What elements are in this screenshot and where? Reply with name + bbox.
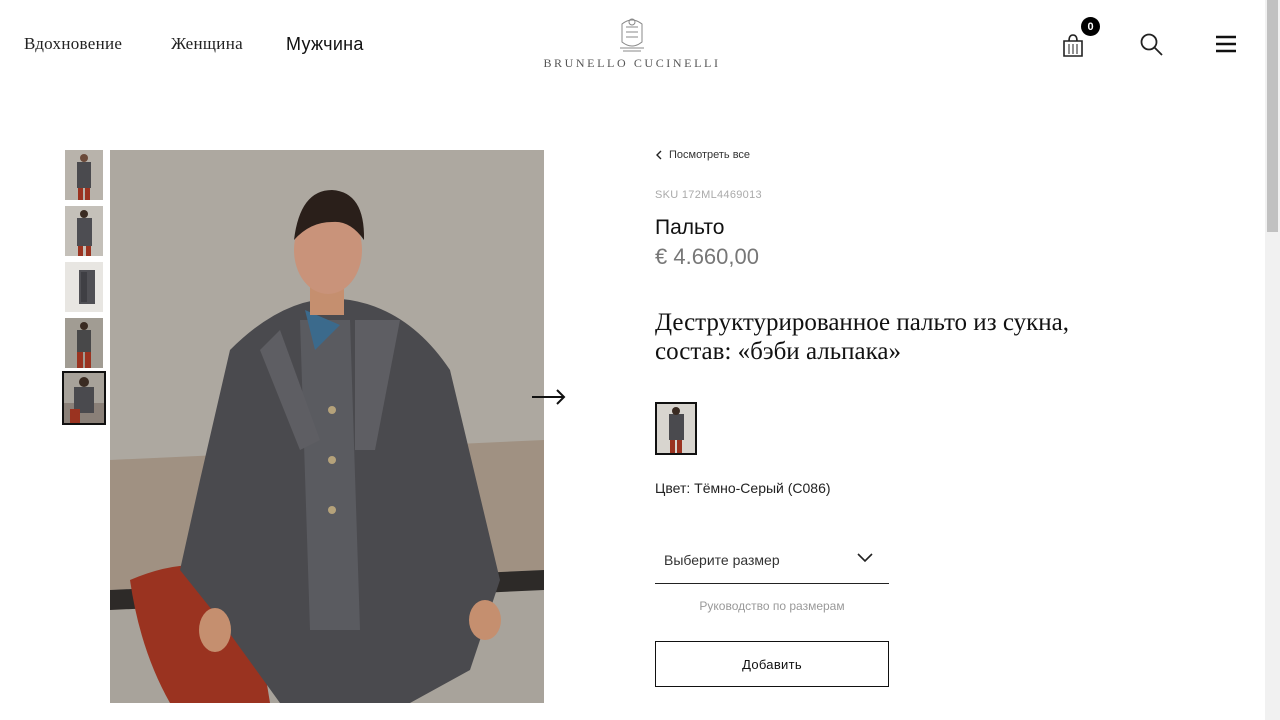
search-icon[interactable] [1138,32,1164,58]
chevron-left-icon [656,150,662,160]
nav-men[interactable]: Мужчина [286,34,364,55]
size-guide-link[interactable]: Руководство по размерам [655,599,889,613]
shopping-bag-icon[interactable] [1060,32,1086,58]
product-color: Цвет: Тёмно-Серый (C086) [655,480,831,496]
nav-inspiration[interactable]: Вдохновение [24,34,122,54]
hamburger-menu-icon[interactable] [1214,34,1238,54]
thumbnail-5[interactable] [62,371,106,425]
product-description: Деструктурированное пальто из сукна, сос… [655,308,1215,366]
product-sku: SKU 172ML4469013 [655,189,762,201]
view-all-link[interactable]: Посмотреть все [655,149,750,161]
logo-crest-icon [620,18,644,52]
logo-wordmark: BRUNELLO CUCINELLI [543,56,721,70]
thumbnail-4[interactable] [65,318,103,368]
scrollbar-thumb[interactable] [1267,0,1278,232]
thumbnail-1[interactable] [65,150,103,200]
size-select-placeholder: Выберите размер [664,552,780,568]
page-scrollbar[interactable] [1265,0,1280,720]
product-title: Пальто [655,216,725,239]
size-select[interactable]: Выберите размер [655,540,889,584]
brand-logo[interactable]: BRUNELLO CUCINELLI [536,14,728,71]
description-line-1: Деструктурированное пальто из сукна, [655,309,1069,336]
arrow-right-icon[interactable] [530,386,568,408]
description-line-2: состав: «бэби альпака» [655,338,901,365]
product-main-image[interactable] [110,150,544,703]
thumbnail-2[interactable] [65,206,103,256]
view-all-label: Посмотреть все [669,149,751,161]
product-price: € 4.660,00 [655,244,759,269]
thumbnail-3[interactable] [65,262,103,312]
add-to-cart-button[interactable]: Добавить [655,641,889,687]
nav-women[interactable]: Женщина [171,34,243,54]
cart-count-badge: 0 [1081,17,1100,36]
chevron-down-icon [857,553,873,563]
color-swatch[interactable] [655,402,697,455]
